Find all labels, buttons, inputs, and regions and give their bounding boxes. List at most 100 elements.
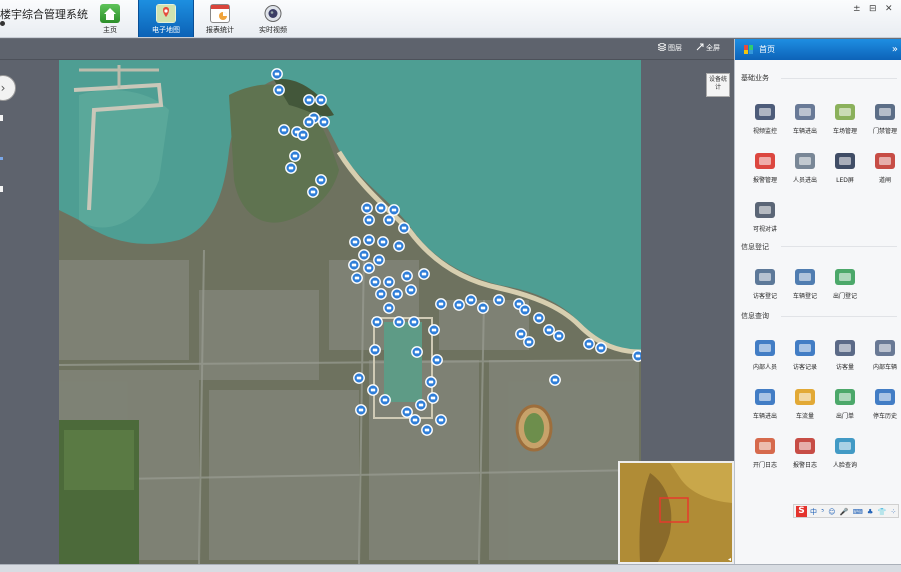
tile-vehicle-register[interactable]: 车辆登记	[787, 266, 823, 302]
minimize-button[interactable]: ⊟	[869, 4, 877, 14]
camera-marker-icon[interactable]	[273, 84, 285, 96]
camera-marker-icon[interactable]	[278, 124, 290, 136]
tile-face-search[interactable]: 人脸查询	[827, 435, 863, 471]
camera-marker-icon[interactable]	[465, 294, 477, 306]
camera-marker-icon[interactable]	[398, 222, 410, 234]
tile-exit-register[interactable]: 出门登记	[827, 266, 863, 302]
camera-marker-icon[interactable]	[303, 94, 315, 106]
camera-marker-icon[interactable]	[393, 240, 405, 252]
camera-marker-icon[interactable]	[632, 350, 641, 362]
tile-internal-vehicle[interactable]: 内部车辆	[867, 337, 901, 373]
tile-access-panel[interactable]: 门禁管理	[867, 101, 901, 137]
zoom-in-handle[interactable]	[0, 115, 3, 121]
camera-marker-icon[interactable]	[435, 414, 447, 426]
close-button[interactable]: ✕	[885, 4, 893, 14]
satellite-map[interactable]	[59, 60, 641, 564]
pan-compass-control[interactable]: ›	[0, 75, 16, 101]
input-method-bar[interactable]: S 中 ⁵ ☺ 🎤 ⌨ ♣ 👕 ⁘	[793, 504, 899, 518]
camera-marker-icon[interactable]	[427, 392, 439, 404]
tile-video-intercom[interactable]: 可视对讲	[747, 199, 783, 235]
camera-marker-icon[interactable]	[515, 328, 527, 340]
camera-marker-icon[interactable]	[315, 174, 327, 186]
tile-parking-map[interactable]: 车场管理	[827, 101, 863, 137]
camera-marker-icon[interactable]	[361, 202, 373, 214]
camera-marker-icon[interactable]	[383, 214, 395, 226]
nav-e-map[interactable]: 电子地图	[138, 0, 194, 37]
camera-marker-icon[interactable]	[477, 302, 489, 314]
camera-marker-icon[interactable]	[285, 162, 297, 174]
tile-pedestrian[interactable]: 人员进出	[787, 150, 823, 186]
camera-marker-icon[interactable]	[401, 270, 413, 282]
zoom-out-handle[interactable]	[0, 186, 3, 192]
tile-alarm-log[interactable]: 报警日志	[787, 435, 823, 471]
camera-marker-icon[interactable]	[371, 316, 383, 328]
camera-marker-icon[interactable]	[453, 299, 465, 311]
camera-marker-icon[interactable]	[411, 346, 423, 358]
collapse-panel-button[interactable]: »	[892, 39, 898, 60]
tile-alarm-siren[interactable]: 报警管理	[747, 150, 783, 186]
tile-parking-history[interactable]: 停车历史	[867, 386, 901, 422]
camera-marker-icon[interactable]	[519, 304, 531, 316]
tile-traffic-bar-chart[interactable]: 车流量	[787, 386, 823, 422]
camera-marker-icon[interactable]	[375, 288, 387, 300]
camera-marker-icon[interactable]	[369, 276, 381, 288]
camera-marker-icon[interactable]	[409, 414, 421, 426]
camera-marker-icon[interactable]	[318, 116, 330, 128]
nav-reports[interactable]: 报表统计	[192, 0, 248, 37]
camera-marker-icon[interactable]	[543, 324, 555, 336]
camera-marker-icon[interactable]	[393, 316, 405, 328]
pin-button[interactable]: ±	[853, 4, 861, 14]
camera-marker-icon[interactable]	[355, 404, 367, 416]
camera-marker-icon[interactable]	[405, 284, 417, 296]
camera-marker-icon[interactable]	[383, 276, 395, 288]
camera-marker-icon[interactable]	[377, 236, 389, 248]
tile-staff[interactable]: 内部人员	[747, 337, 783, 373]
tile-exit-slip[interactable]: 出门单	[827, 386, 863, 422]
camera-marker-icon[interactable]	[391, 288, 403, 300]
nav-home[interactable]: 主页	[82, 0, 138, 37]
camera-marker-icon[interactable]	[421, 424, 433, 436]
camera-marker-icon[interactable]	[369, 344, 381, 356]
tile-door-log[interactable]: 开门日志	[747, 435, 783, 471]
camera-marker-icon[interactable]	[315, 94, 327, 106]
camera-marker-icon[interactable]	[401, 406, 413, 418]
camera-marker-icon[interactable]	[388, 204, 400, 216]
tile-vehicle-flow[interactable]: 车辆进出	[747, 386, 783, 422]
overview-minimap[interactable]	[618, 461, 734, 564]
camera-marker-icon[interactable]	[307, 186, 319, 198]
tile-surveillance-camera[interactable]: 视频监控	[747, 101, 783, 137]
tile-visitor-register[interactable]: 访客登记	[747, 266, 783, 302]
layers-button[interactable]: 图层	[656, 42, 682, 53]
camera-marker-icon[interactable]	[363, 262, 375, 274]
camera-marker-icon[interactable]	[408, 316, 420, 328]
camera-marker-icon[interactable]	[367, 384, 379, 396]
camera-marker-icon[interactable]	[415, 399, 427, 411]
camera-marker-icon[interactable]	[595, 342, 607, 354]
camera-marker-icon[interactable]	[533, 312, 545, 324]
camera-marker-icon[interactable]	[379, 394, 391, 406]
nav-live-video[interactable]: 实时视频	[245, 0, 301, 37]
camera-marker-icon[interactable]	[363, 234, 375, 246]
fullscreen-button[interactable]: 全屏	[696, 43, 720, 53]
camera-marker-icon[interactable]	[353, 372, 365, 384]
device-stats-button[interactable]: 设备统计	[706, 73, 730, 97]
camera-marker-icon[interactable]	[373, 254, 385, 266]
tile-led-screen[interactable]: LED屏	[827, 150, 863, 186]
camera-marker-icon[interactable]	[375, 202, 387, 214]
camera-marker-icon[interactable]	[271, 68, 283, 80]
camera-marker-icon[interactable]	[553, 330, 565, 342]
camera-marker-icon[interactable]	[435, 298, 447, 310]
zoom-level-marker[interactable]	[0, 157, 3, 160]
camera-marker-icon[interactable]	[431, 354, 443, 366]
tile-car[interactable]: 车辆进出	[787, 101, 823, 137]
minimap-toggle-icon[interactable]: ◂	[728, 556, 731, 563]
camera-marker-icon[interactable]	[428, 324, 440, 336]
tile-visitor-log-chart[interactable]: 访客记录	[787, 337, 823, 373]
camera-marker-icon[interactable]	[583, 338, 595, 350]
camera-marker-icon[interactable]	[348, 259, 360, 271]
camera-marker-icon[interactable]	[349, 236, 361, 248]
camera-marker-icon[interactable]	[303, 116, 315, 128]
camera-marker-icon[interactable]	[523, 336, 535, 348]
camera-marker-icon[interactable]	[383, 302, 395, 314]
camera-marker-icon[interactable]	[425, 376, 437, 388]
